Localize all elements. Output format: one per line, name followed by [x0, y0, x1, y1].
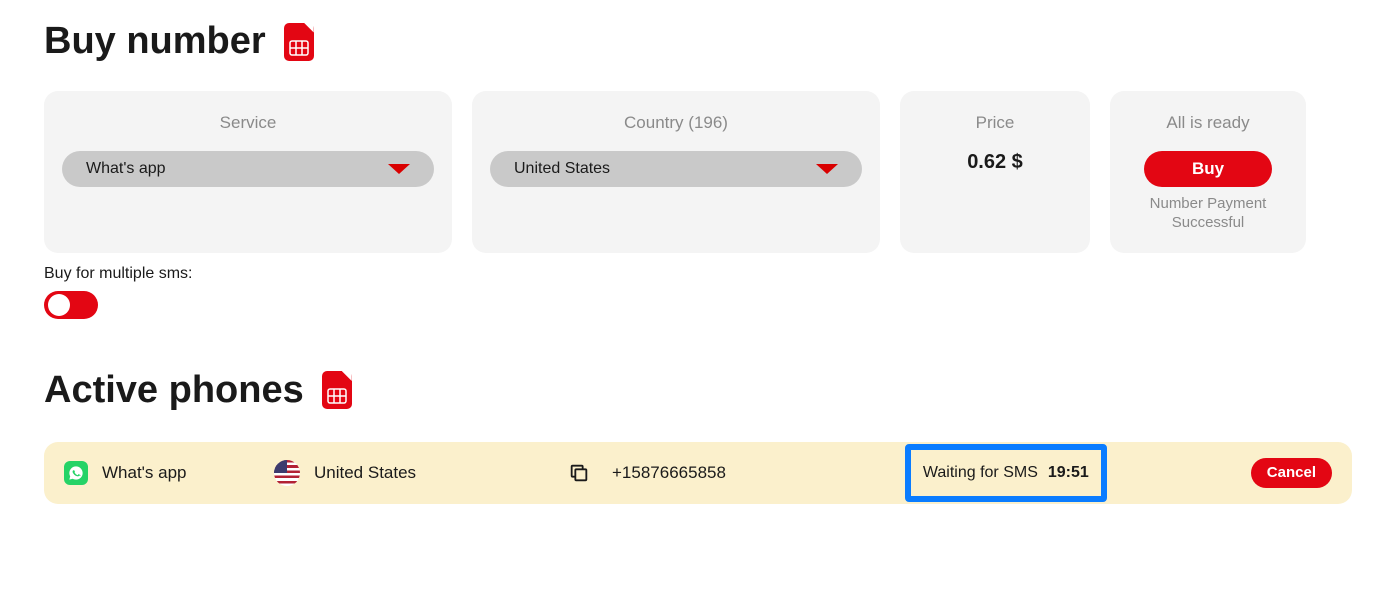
ready-label: All is ready — [1128, 113, 1288, 133]
buy-button[interactable]: Buy — [1144, 151, 1272, 187]
sim-icon — [284, 23, 314, 61]
active-header: Active phones — [44, 369, 1352, 412]
country-card: Country (196) United States — [472, 91, 880, 253]
us-flag-icon — [274, 460, 300, 486]
row-country: United States — [314, 463, 554, 483]
chevron-down-icon — [816, 164, 838, 174]
service-select[interactable]: What's app — [62, 151, 434, 187]
ready-card: All is ready Buy Number Payment Successf… — [1110, 91, 1306, 253]
row-service: What's app — [102, 463, 260, 483]
chevron-down-icon — [388, 164, 410, 174]
multi-sms-toggle[interactable] — [44, 291, 98, 319]
payment-status: Number Payment Successful — [1128, 195, 1288, 233]
phone-row: What's app United States +15876665858 Wa… — [44, 442, 1352, 504]
country-label: Country (196) — [490, 113, 862, 133]
price-card: Price 0.62 $ — [900, 91, 1090, 253]
whatsapp-icon — [64, 461, 88, 485]
page-title: Buy number — [44, 20, 266, 63]
service-value: What's app — [86, 160, 166, 178]
country-select[interactable]: United States — [490, 151, 862, 187]
price-value: 0.62 $ — [918, 151, 1072, 174]
status-highlight: Waiting for SMS 19:51 — [905, 444, 1107, 502]
row-phone: +15876665858 — [612, 463, 812, 483]
buy-cards: Service What's app Country (196) United … — [44, 91, 1352, 253]
buy-header: Buy number — [44, 20, 1352, 63]
active-phones-section: Active phones What's app United States — [44, 369, 1352, 504]
sim-icon — [322, 371, 352, 409]
multi-sms-label: Buy for multiple sms: — [44, 265, 1352, 283]
status-timer: 19:51 — [1048, 464, 1089, 482]
service-card: Service What's app — [44, 91, 452, 253]
multi-sms-section: Buy for multiple sms: — [44, 265, 1352, 319]
status-text: Waiting for SMS — [923, 464, 1038, 482]
cancel-button[interactable]: Cancel — [1251, 458, 1332, 488]
active-title: Active phones — [44, 369, 304, 412]
service-label: Service — [62, 113, 434, 133]
toggle-knob — [48, 294, 70, 316]
copy-icon[interactable] — [568, 462, 590, 484]
country-value: United States — [514, 160, 610, 178]
price-label: Price — [918, 113, 1072, 133]
